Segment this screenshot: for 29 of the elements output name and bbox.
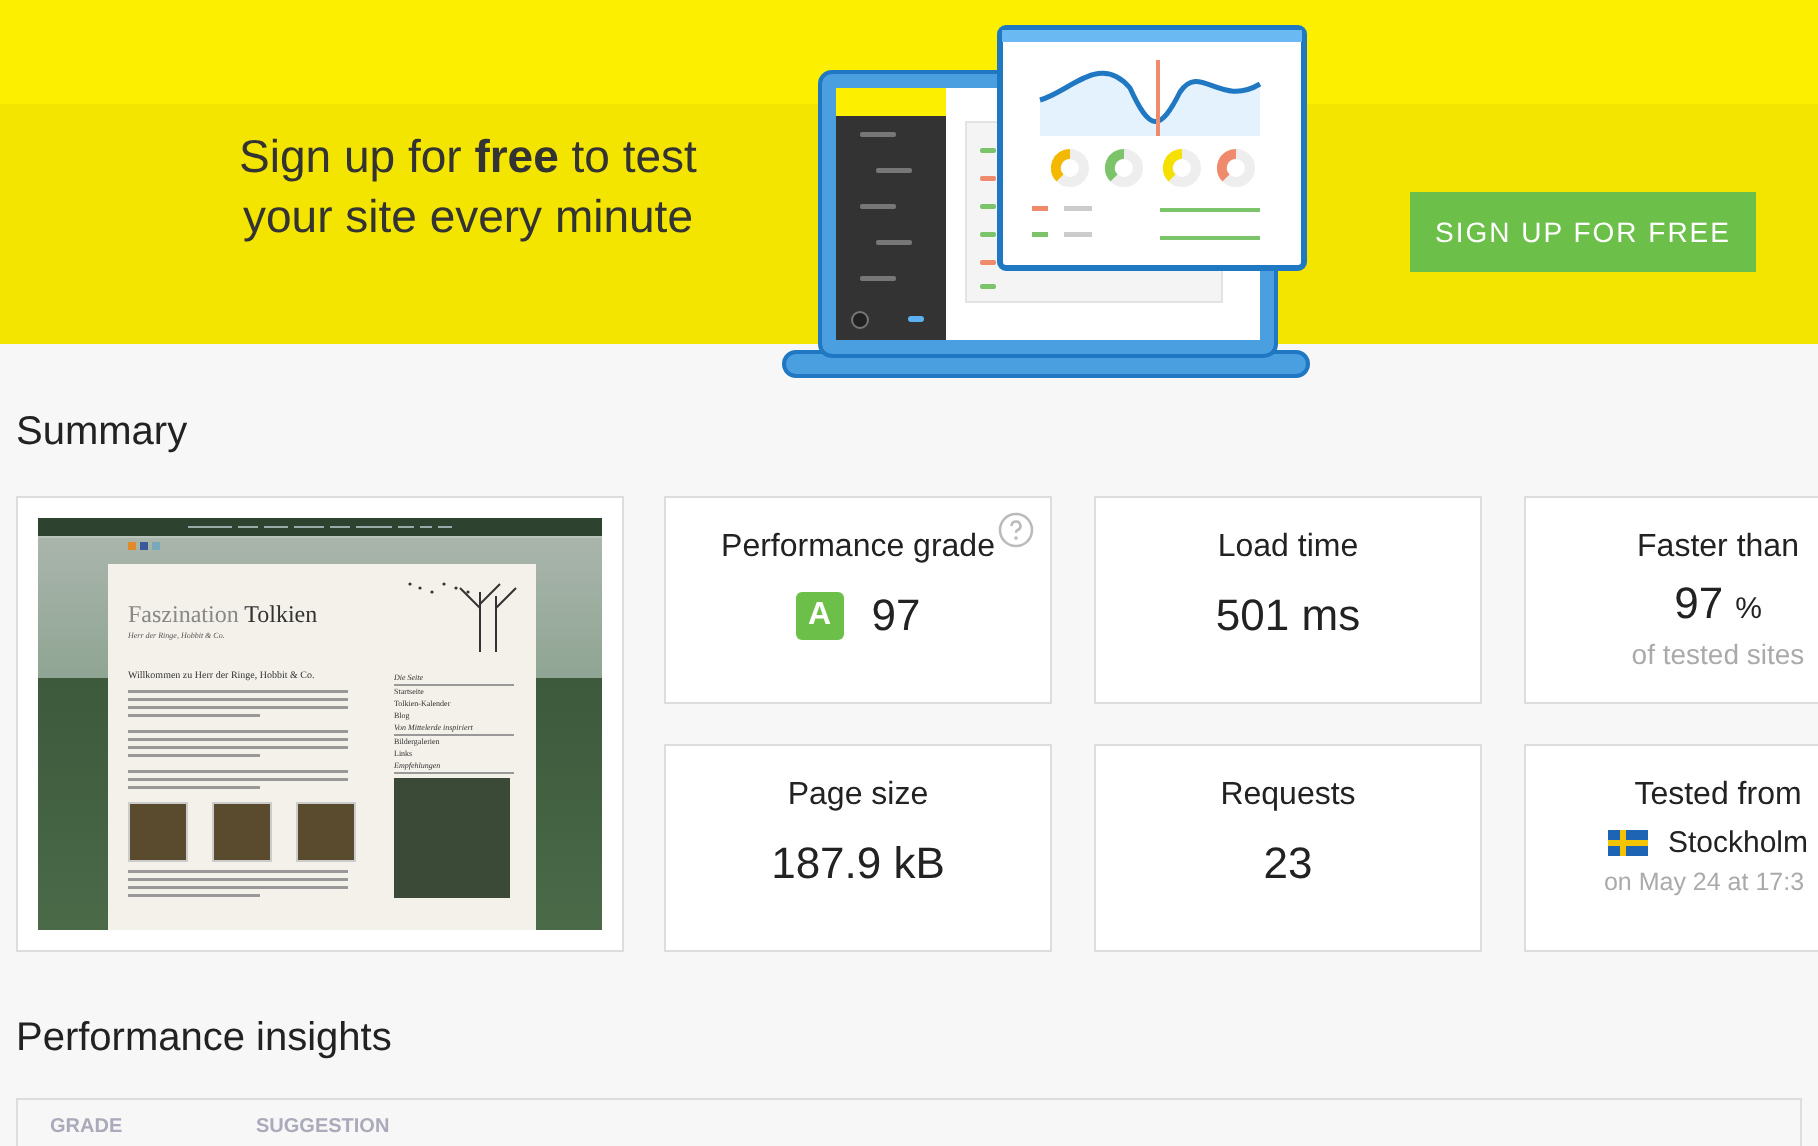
metric-value: 97 bbox=[1674, 578, 1724, 630]
signup-button[interactable]: SIGN UP FOR FREE bbox=[1410, 192, 1756, 272]
metric-value: 187.9 kB bbox=[771, 838, 945, 890]
metric-note: on May 24 at 17:3 bbox=[1603, 868, 1805, 896]
metric-value: Stockholm bbox=[1667, 826, 1809, 860]
metric-label: Performance grade bbox=[721, 530, 995, 566]
book-cover-placeholder bbox=[394, 778, 510, 898]
photo-placeholder bbox=[128, 802, 188, 862]
metric-label: Faster than bbox=[1637, 530, 1799, 566]
metric-unit: % bbox=[1735, 592, 1762, 626]
signup-headline: Sign up for free to test your site every minute bbox=[237, 128, 699, 246]
photo-placeholder bbox=[296, 802, 356, 862]
section-title: Summary bbox=[16, 410, 190, 456]
section-title: Performance insights bbox=[16, 1016, 394, 1062]
metric-label: Tested from bbox=[1634, 778, 1802, 814]
column-header: SUGGESTION bbox=[256, 1116, 392, 1142]
metric-label: Load time bbox=[1217, 530, 1359, 566]
metric-label: Requests bbox=[1220, 778, 1356, 814]
metric-value: 97 bbox=[871, 590, 921, 642]
metric-value: 501 ms bbox=[1215, 590, 1361, 642]
flag-icon bbox=[1607, 830, 1648, 856]
help-icon[interactable] bbox=[998, 512, 1034, 548]
metric-label: Page size bbox=[787, 778, 929, 814]
site-title: Faszination Tolkien bbox=[128, 600, 320, 630]
metric-value: 23 bbox=[1263, 838, 1313, 890]
column-header: GRADE bbox=[50, 1116, 125, 1142]
metric-note: of tested sites bbox=[1631, 638, 1805, 670]
grade-badge: A bbox=[795, 592, 844, 640]
photo-placeholder bbox=[212, 802, 272, 862]
